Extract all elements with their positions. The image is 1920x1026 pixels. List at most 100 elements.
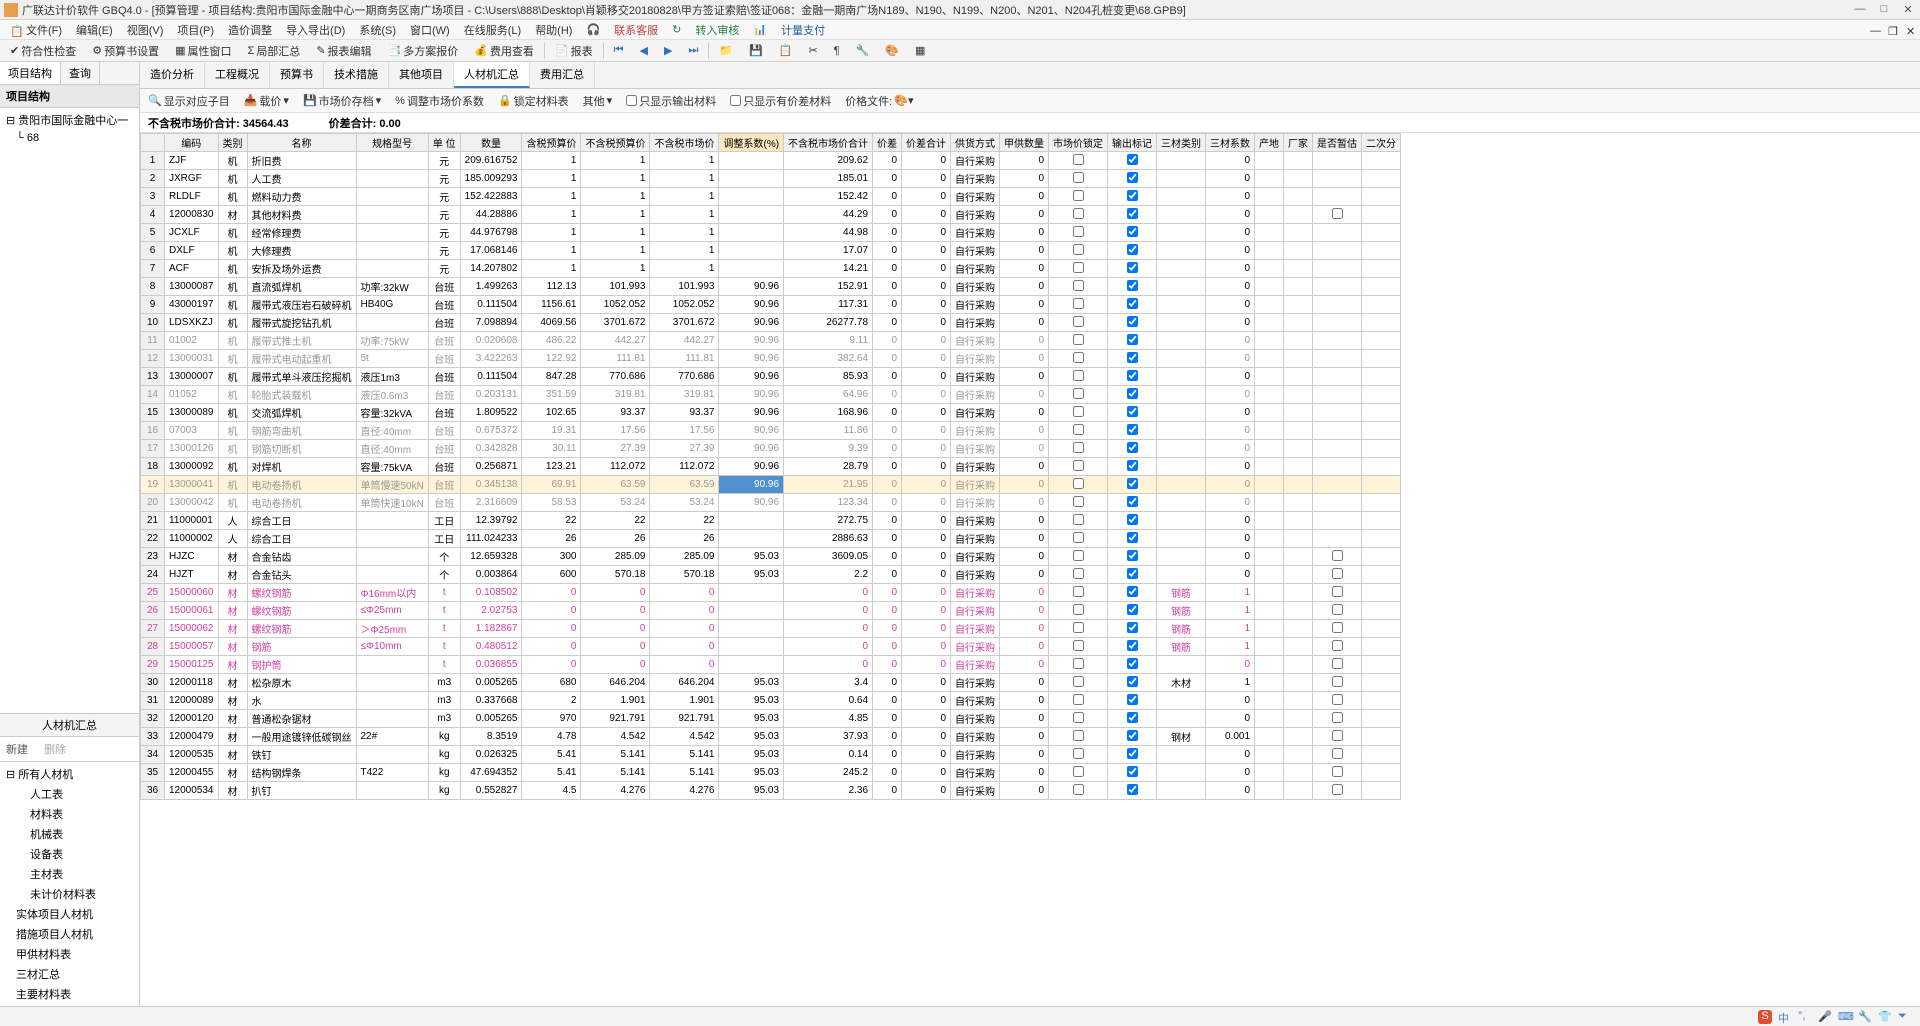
tb-partial-sum[interactable]: Σ 局部汇总 xyxy=(242,41,307,61)
tab-overview[interactable]: 工程概况 xyxy=(205,62,270,88)
col-header[interactable]: 三材类别 xyxy=(1157,134,1206,152)
table-row[interactable]: 2915000125材钢护筒t0.036855000000自行采购00 xyxy=(141,656,1401,674)
grid-checkbox[interactable] xyxy=(1073,442,1084,453)
grid-checkbox[interactable] xyxy=(1332,550,1343,561)
cat-all[interactable]: ⊟ 所有人材机 xyxy=(2,764,137,784)
tool-icon-4[interactable]: ✂ xyxy=(803,42,824,59)
grid-checkbox[interactable] xyxy=(1127,190,1138,201)
grid-checkbox[interactable] xyxy=(1127,496,1138,507)
cat-machine[interactable]: 机械表 xyxy=(2,824,137,844)
tb-report-edit[interactable]: ✎ 报表编辑 xyxy=(310,41,377,61)
grid-checkbox[interactable] xyxy=(1073,496,1084,507)
col-header[interactable]: 产地 xyxy=(1255,134,1284,152)
grid-checkbox[interactable] xyxy=(1073,784,1084,795)
grid-checkbox[interactable] xyxy=(1127,262,1138,273)
close-button[interactable]: ✕ xyxy=(1900,3,1916,17)
cat-unpriced[interactable]: 未计价材料表 xyxy=(2,884,137,904)
tab-fee[interactable]: 费用汇总 xyxy=(530,62,595,88)
grid-checkbox[interactable] xyxy=(1332,640,1343,651)
table-row[interactable]: 24HJZT材合金钻头个0.003864600570.18570.1895.03… xyxy=(141,566,1401,584)
tool-icon-1[interactable]: 📁 xyxy=(713,42,739,59)
grid-checkbox[interactable] xyxy=(1073,676,1084,687)
child-minimize[interactable]: — xyxy=(1864,23,1880,37)
grid-checkbox[interactable] xyxy=(1073,694,1084,705)
filter-load[interactable]: 📥 载价 ▾ xyxy=(240,91,293,111)
btn-new[interactable]: 新建 xyxy=(2,739,32,759)
table-row[interactable]: 3212000120材普通松杂锯材m30.005265970921.791921… xyxy=(141,710,1401,728)
table-row[interactable]: 3012000118材松杂原木m30.005265680646.204646.2… xyxy=(141,674,1401,692)
grid-checkbox[interactable] xyxy=(1073,586,1084,597)
table-row[interactable]: 6DXLF机大修理费元17.06814611117.0700自行采购00 xyxy=(141,242,1401,260)
cat-measure[interactable]: 措施项目人材机 xyxy=(2,924,137,944)
menu-view[interactable]: 视图(V) xyxy=(121,20,170,40)
tab-cost-analysis[interactable]: 造价分析 xyxy=(140,62,205,88)
col-header[interactable]: 厂家 xyxy=(1284,134,1313,152)
nav-prev-icon[interactable]: ◀ xyxy=(634,42,654,59)
grid-checkbox[interactable] xyxy=(1073,208,1084,219)
grid-checkbox[interactable] xyxy=(1073,262,1084,273)
table-row[interactable]: 813000087机直流弧焊机功率:32kW台班1.499263112.1310… xyxy=(141,278,1401,296)
nav-first-icon[interactable]: ⏮ xyxy=(608,42,630,59)
grid-checkbox[interactable] xyxy=(1332,784,1343,795)
grid-checkbox[interactable] xyxy=(1073,280,1084,291)
price-file[interactable]: 价格文件: 🎨▾ xyxy=(841,91,917,111)
table-row[interactable]: 5JCXLF机经常修理费元44.97679811144.9800自行采购00 xyxy=(141,224,1401,242)
table-row[interactable]: 1ZJF机折旧费元209.616752111209.6200自行采购00 xyxy=(141,152,1401,170)
grid-checkbox[interactable] xyxy=(1332,208,1343,219)
grid-checkbox[interactable] xyxy=(1073,568,1084,579)
grid-checkbox[interactable] xyxy=(1127,712,1138,723)
tab-rcm[interactable]: 人材机汇总 xyxy=(454,62,530,88)
child-restore[interactable]: ❐ xyxy=(1882,23,1898,37)
grid-checkbox[interactable] xyxy=(1127,316,1138,327)
table-row[interactable]: 10LDSXKZJ机履带式旋挖钻孔机台班7.0988944069.563701.… xyxy=(141,314,1401,332)
grid-checkbox[interactable] xyxy=(1332,676,1343,687)
table-row[interactable]: 1101002机履带式推土机功率:75kW台班0.020608486.22442… xyxy=(141,332,1401,350)
table-row[interactable]: 2JXRGF机人工费元185.009293111185.0100自行采购00 xyxy=(141,170,1401,188)
grid-checkbox[interactable] xyxy=(1127,568,1138,579)
table-row[interactable]: 3612000534材扒钉kg0.5528274.54.2764.27695.0… xyxy=(141,782,1401,800)
grid-checkbox[interactable] xyxy=(1332,622,1343,633)
filter-lock[interactable]: 🔒 锁定材料表 xyxy=(494,91,573,111)
table-row[interactable]: 3512000455材结构钢焊条T422kg47.6943525.415.141… xyxy=(141,764,1401,782)
table-row[interactable]: 2111000001人综合工日工日12.39792222222272.7500自… xyxy=(141,512,1401,530)
grid-checkbox[interactable] xyxy=(1073,190,1084,201)
menu-project[interactable]: 项目(P) xyxy=(171,20,220,40)
ime-punct-icon[interactable]: °, xyxy=(1798,1010,1812,1024)
grid-container[interactable]: 编码类别名称规格型号单 位数量含税预算价不含税预算价不含税市场价调整系数(%)不… xyxy=(140,133,1920,1006)
grid-checkbox[interactable] xyxy=(1073,730,1084,741)
left-tab-query[interactable]: 查询 xyxy=(61,62,100,84)
grid-checkbox[interactable] xyxy=(1073,388,1084,399)
grid-checkbox[interactable] xyxy=(1127,640,1138,651)
col-header[interactable]: 输出标记 xyxy=(1108,134,1157,152)
col-header[interactable]: 名称 xyxy=(247,134,356,152)
table-row[interactable]: 943000197机履带式液压岩石破碎机HB40G台班0.1115041156.… xyxy=(141,296,1401,314)
cat-main-mat2[interactable]: 主要材料表 xyxy=(2,984,137,1004)
col-header[interactable]: 价差合计 xyxy=(902,134,951,152)
grid-checkbox[interactable] xyxy=(1127,478,1138,489)
tool-icon-2[interactable]: 💾 xyxy=(743,42,769,59)
tab-budget[interactable]: 预算书 xyxy=(270,62,324,88)
tree-child[interactable]: └ 68 xyxy=(2,130,137,146)
ime-cn-icon[interactable]: 中 xyxy=(1778,1010,1792,1024)
grid-checkbox[interactable] xyxy=(1127,676,1138,687)
grid-checkbox[interactable] xyxy=(1332,766,1343,777)
grid-checkbox[interactable] xyxy=(1127,550,1138,561)
menu-help[interactable]: 帮助(H) xyxy=(529,20,578,40)
grid-checkbox[interactable] xyxy=(1127,334,1138,345)
table-row[interactable]: 1513000089机交流弧焊机容量:32kVA台班1.809522102.65… xyxy=(141,404,1401,422)
grid-checkbox[interactable] xyxy=(1073,352,1084,363)
col-header[interactable]: 市场价锁定 xyxy=(1049,134,1108,152)
table-row[interactable]: 1401052机轮胎式装载机液压0.6m3台班0.203131351.59319… xyxy=(141,386,1401,404)
grid-checkbox[interactable] xyxy=(1073,514,1084,525)
menu-cost-adjust[interactable]: 造价调整 xyxy=(222,20,278,40)
grid-checkbox[interactable] xyxy=(1127,388,1138,399)
grid-checkbox[interactable] xyxy=(1073,478,1084,489)
grid-checkbox[interactable] xyxy=(1332,748,1343,759)
cat-equipment[interactable]: 设备表 xyxy=(2,844,137,864)
table-row[interactable]: 1313000007机履带式单斗液压挖掘机液压1m3台班0.111504847.… xyxy=(141,368,1401,386)
ime-icon[interactable]: S xyxy=(1758,1010,1772,1024)
ime-tool-icon[interactable]: 🔧 xyxy=(1858,1010,1872,1024)
left-tab-structure[interactable]: 项目结构 xyxy=(0,62,61,84)
grid-checkbox[interactable] xyxy=(1073,298,1084,309)
ime-expand-icon[interactable]: ⏷ xyxy=(1898,1010,1912,1024)
